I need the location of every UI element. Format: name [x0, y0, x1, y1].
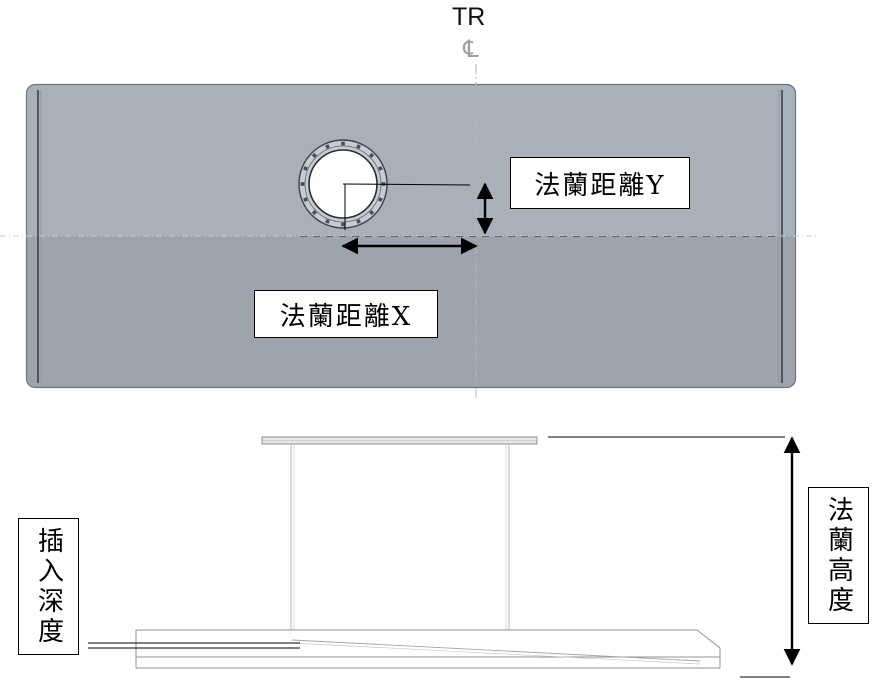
flange-height-label: 法蘭高度	[808, 487, 869, 624]
flange-distance-y-text: 法蘭距離Y	[534, 170, 666, 201]
side-view	[88, 436, 801, 678]
engineering-drawing	[0, 64, 816, 678]
bolt-hole	[341, 222, 345, 227]
bolt-hole	[341, 141, 345, 146]
tank-shell-section	[135, 629, 721, 669]
insertion-depth-text: 插入深度	[33, 526, 64, 647]
flange-distance-y-label: 法蘭距離Y	[510, 157, 690, 209]
flange-distance-x-text: 法蘭距離X	[279, 301, 413, 332]
centerline-label: TR	[452, 3, 486, 31]
centerline-symbol: ℄	[463, 35, 479, 63]
flange-height-text: 法蘭高度	[823, 495, 854, 616]
top-view	[0, 64, 816, 400]
flange-distance-x-label: 法蘭距離X	[254, 290, 438, 338]
insertion-depth-label: 插入深度	[18, 518, 79, 655]
bolt-hole	[300, 182, 305, 186]
